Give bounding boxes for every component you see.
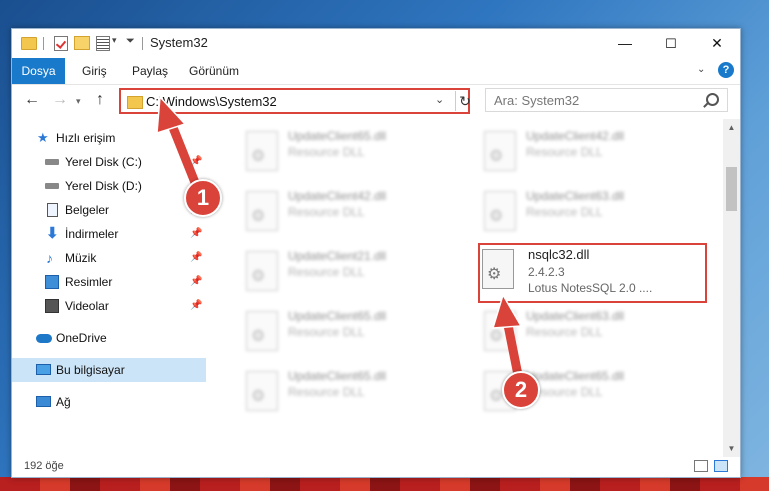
annotation-arrows — [156, 95, 525, 390]
step-2-badge: 2 — [502, 371, 540, 409]
step-1-badge: 1 — [184, 179, 222, 217]
